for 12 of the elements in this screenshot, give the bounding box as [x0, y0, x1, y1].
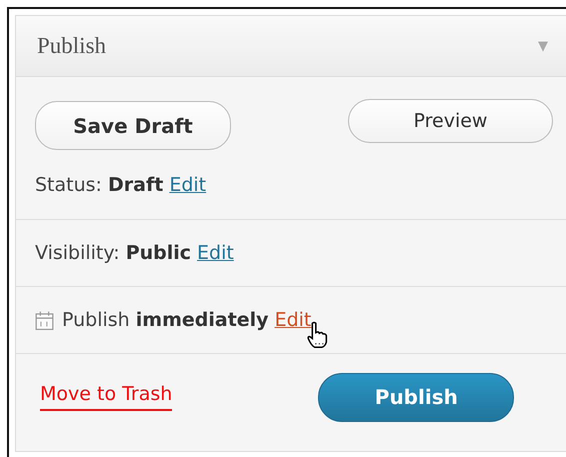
publish-button[interactable]: Publish	[318, 372, 514, 422]
save-draft-button[interactable]: Save Draft	[35, 101, 231, 150]
preview-button[interactable]: Preview	[348, 99, 553, 143]
move-to-trash-link[interactable]: Move to Trash	[40, 383, 172, 411]
edit-link[interactable]: Edit	[197, 242, 234, 264]
edit-link[interactable]: Edit	[169, 174, 206, 196]
panel-title: Publish	[37, 33, 106, 59]
status-text: Visibility: Public	[35, 242, 192, 264]
calendar-icon	[35, 310, 54, 330]
status-text: Status: Draft	[35, 174, 164, 196]
status-text: Publish immediately	[62, 309, 269, 331]
edit-link[interactable]: Edit	[274, 309, 312, 331]
